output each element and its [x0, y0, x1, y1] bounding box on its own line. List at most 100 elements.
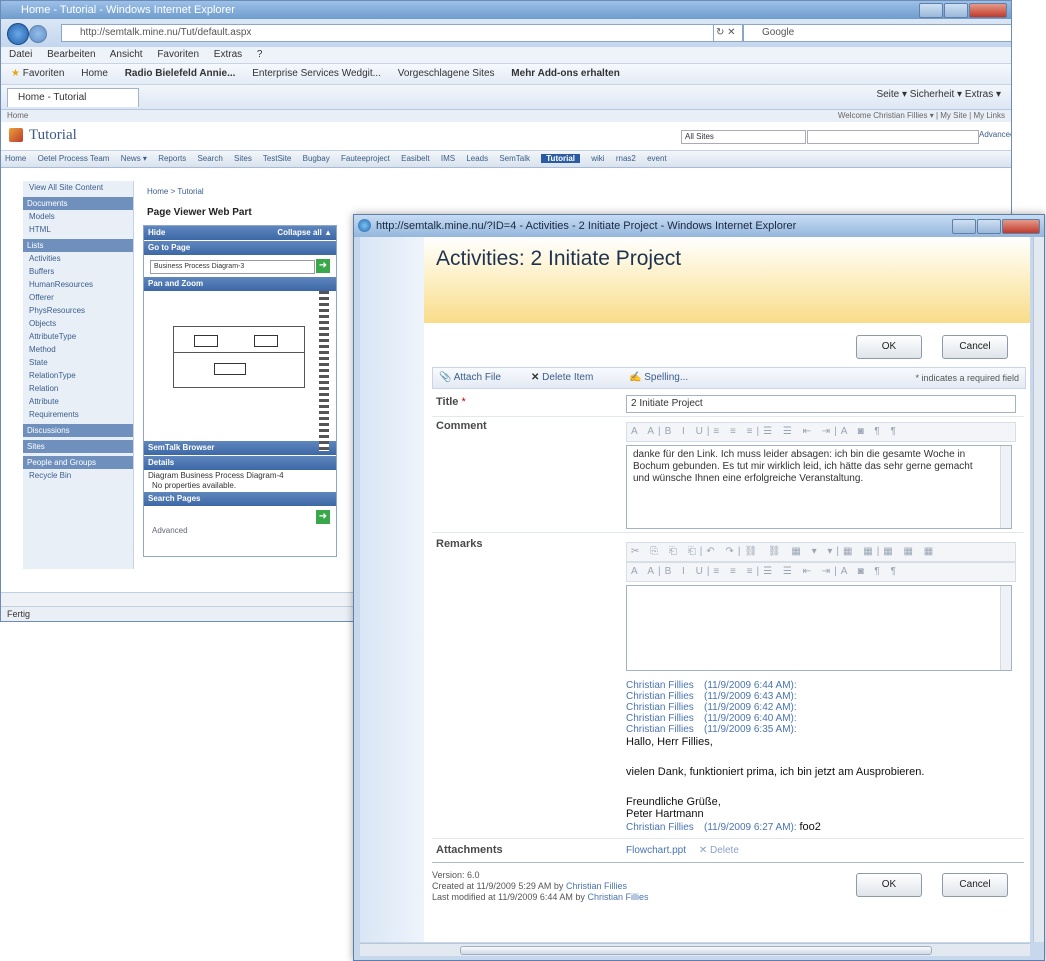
- menu-bearbeiten[interactable]: Bearbeiten: [47, 49, 95, 60]
- sp-top-home[interactable]: Home: [7, 111, 28, 120]
- scroll-thumb[interactable]: [460, 946, 932, 955]
- nav-item[interactable]: Home: [5, 154, 26, 163]
- remarks-rte-toolbar-2[interactable]: A A|B I U|≡ ≡ ≡|☰ ☰ ⇤ ⇥|A ◙ ¶ ¶: [626, 562, 1016, 582]
- fav-suggested[interactable]: Vorgeschlagene Sites: [398, 68, 495, 79]
- ql-item[interactable]: Offerer: [23, 291, 133, 304]
- menu-ansicht[interactable]: Ansicht: [110, 49, 143, 60]
- close-button[interactable]: [969, 3, 1007, 18]
- nav-item[interactable]: event: [647, 154, 667, 163]
- ql-item[interactable]: AttributeType: [23, 330, 133, 343]
- dlg-vertical-scrollbar[interactable]: [1033, 237, 1044, 942]
- dlg-title-bar[interactable]: http://semtalk.mine.nu/?ID=4 - Activitie…: [354, 215, 1044, 237]
- nav-item[interactable]: Oetel Process Team: [38, 154, 110, 163]
- spelling-button[interactable]: ✍ Spelling...: [629, 368, 688, 388]
- process-diagram-thumbnail[interactable]: [173, 326, 305, 388]
- nav-item[interactable]: Easibelt: [401, 154, 429, 163]
- ql-item[interactable]: Method: [23, 343, 133, 356]
- ql-item[interactable]: Objects: [23, 317, 133, 330]
- nav-item[interactable]: SemTalk: [499, 154, 530, 163]
- modified-by-link[interactable]: Christian Fillies: [587, 892, 648, 902]
- semtalk-browser-header[interactable]: SemTalk Browser: [144, 441, 336, 455]
- bg-title-bar[interactable]: Home - Tutorial - Windows Internet Explo…: [1, 1, 1011, 19]
- nav-item[interactable]: Sites: [234, 154, 252, 163]
- forward-arrow-icon[interactable]: [29, 25, 47, 43]
- comment-scrollbar[interactable]: [1000, 446, 1011, 528]
- nav-item[interactable]: IMS: [441, 154, 455, 163]
- ql-item[interactable]: Relation: [23, 382, 133, 395]
- minimize-button[interactable]: [919, 3, 943, 18]
- recycle-bin-link[interactable]: Recycle Bin: [23, 469, 133, 482]
- site-search-input[interactable]: [807, 130, 979, 144]
- fav-radio[interactable]: Radio Bielefeld Annie...: [125, 68, 236, 79]
- fav-addons[interactable]: Mehr Add-ons erhalten: [511, 68, 620, 79]
- attach-file-button[interactable]: 📎 Attach File: [439, 368, 501, 388]
- refresh-icon[interactable]: ↻ ✕: [713, 24, 743, 42]
- attachment-delete-link[interactable]: ✕ Delete: [699, 845, 739, 856]
- ql-item[interactable]: Buffers: [23, 265, 133, 278]
- ql-item[interactable]: Requirements: [23, 408, 133, 421]
- collapse-all-link[interactable]: Collapse all ▲: [277, 228, 332, 237]
- menu-help[interactable]: ?: [257, 49, 263, 60]
- comment-rte-toolbar[interactable]: A A|B I U|≡ ≡ ≡|☰ ☰ ⇤ ⇥|A ◙ ¶ ¶: [626, 422, 1016, 442]
- author-link[interactable]: Christian Fillies: [626, 713, 704, 724]
- dlg-horizontal-scrollbar[interactable]: [360, 943, 1030, 956]
- zoom-slider[interactable]: [319, 291, 329, 451]
- nav-item[interactable]: Search: [197, 154, 222, 163]
- details-header[interactable]: Details: [144, 456, 336, 470]
- ql-item[interactable]: HTML: [23, 223, 133, 236]
- ql-item[interactable]: HumanResources: [23, 278, 133, 291]
- site-title[interactable]: Tutorial: [29, 127, 77, 144]
- minimize-button[interactable]: [952, 219, 976, 234]
- goto-page-header[interactable]: Go to Page: [144, 241, 336, 255]
- search-scope-select[interactable]: All Sites: [681, 130, 806, 144]
- remarks-rte-toolbar-1[interactable]: ✂ ⎘ ⎗ ⎗|↶ ↷|⛓ ⛓ ▦ ▾ ▾|▦ ▦|▦ ▦ ▦: [626, 542, 1016, 562]
- close-button[interactable]: [1002, 219, 1040, 234]
- nav-item-selected[interactable]: Tutorial: [541, 154, 581, 163]
- menu-datei[interactable]: Datei: [9, 49, 32, 60]
- advanced-link[interactable]: Advanced: [152, 526, 188, 535]
- ql-item[interactable]: Models: [23, 210, 133, 223]
- hide-toggle[interactable]: Hide: [148, 228, 165, 237]
- goto-page-select[interactable]: Business Process Diagram-3: [150, 260, 315, 274]
- search-pages-header[interactable]: Search Pages: [144, 492, 336, 506]
- view-all-content-link[interactable]: View All Site Content: [23, 181, 133, 194]
- nav-item[interactable]: TestSite: [263, 154, 291, 163]
- attachment-file-link[interactable]: Flowchart.ppt: [626, 845, 686, 856]
- nav-item[interactable]: Bugbay: [303, 154, 330, 163]
- ok-button-bottom[interactable]: OK: [856, 873, 922, 897]
- bg-command-bar[interactable]: Seite ▾ Sicherheit ▾ Extras ▾: [876, 89, 1001, 100]
- author-link[interactable]: Christian Fillies: [626, 691, 704, 702]
- back-arrow-icon[interactable]: [7, 23, 29, 45]
- nav-item[interactable]: rnas2: [616, 154, 636, 163]
- search-go-icon[interactable]: ➜: [316, 510, 330, 524]
- ql-item[interactable]: State: [23, 356, 133, 369]
- comment-rich-text-field[interactable]: danke für den Link. Ich muss leider absa…: [626, 445, 1012, 529]
- nav-item[interactable]: Reports: [158, 154, 186, 163]
- author-link[interactable]: Christian Fillies: [626, 724, 704, 735]
- author-link[interactable]: Christian Fillies: [626, 680, 704, 691]
- search-advanced-link[interactable]: Advanced: [979, 130, 1011, 139]
- tab-home-tutorial[interactable]: Home - Tutorial: [7, 88, 139, 107]
- title-input[interactable]: 2 Initiate Project: [626, 395, 1016, 413]
- fav-favoriten[interactable]: ★ Favoriten: [11, 68, 64, 79]
- ql-item[interactable]: RelationType: [23, 369, 133, 382]
- nav-item[interactable]: wiki: [591, 154, 604, 163]
- menu-favoriten[interactable]: Favoriten: [157, 49, 199, 60]
- nav-item[interactable]: Leads: [466, 154, 488, 163]
- maximize-button[interactable]: [977, 219, 1001, 234]
- sp-welcome-menu[interactable]: Welcome Christian Fillies ▾ | My Site | …: [838, 110, 1005, 122]
- ok-button-top[interactable]: OK: [856, 335, 922, 359]
- bg-search-input[interactable]: Google: [743, 24, 1011, 42]
- bg-address-input[interactable]: http://semtalk.mine.nu/Tut/default.aspx: [61, 24, 721, 42]
- remarks-scrollbar[interactable]: [1000, 586, 1011, 670]
- nav-item[interactable]: News ▾: [121, 154, 147, 163]
- fav-enterprise[interactable]: Enterprise Services Wedgit...: [252, 68, 381, 79]
- author-link[interactable]: Christian Fillies: [626, 702, 704, 713]
- breadcrumb[interactable]: Home > Tutorial: [147, 187, 204, 196]
- ql-sites-header[interactable]: Sites: [23, 440, 133, 453]
- pan-zoom-header[interactable]: Pan and Zoom: [144, 277, 336, 291]
- nav-item[interactable]: Fauteeproject: [341, 154, 390, 163]
- ql-discussions-header[interactable]: Discussions: [23, 424, 133, 437]
- maximize-button[interactable]: [944, 3, 968, 18]
- created-by-link[interactable]: Christian Fillies: [566, 881, 627, 891]
